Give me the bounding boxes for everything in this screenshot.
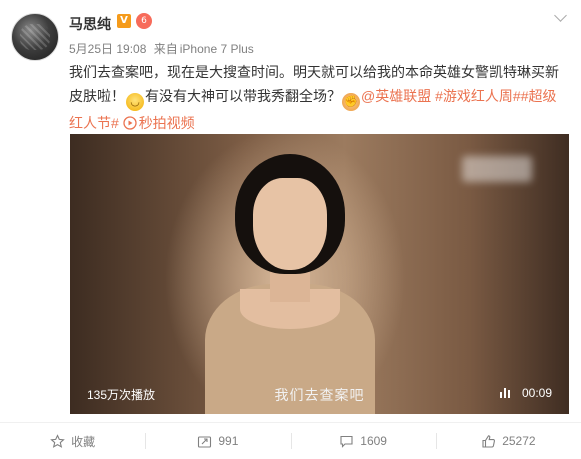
blurred-watermark [462,156,532,182]
post-meta: 5月25日 19:08 来自 iPhone 7 Plus [69,40,254,57]
video-link[interactable]: 秒拍视频 [123,115,195,131]
comment-icon [340,435,353,448]
like-button[interactable]: 25272 [435,423,581,459]
post-text: 我们去查案吧，现在是大搜查时间。明天就可以给我的本命英雄女警凯特琳买新皮肤啦！ ◡… [69,60,569,135]
video-player[interactable]: 135万次播放 我们去查案吧 00:09 [70,134,569,414]
like-count: 25272 [502,434,536,448]
favorite-label: 收藏 [71,434,96,449]
volume-bars-icon[interactable] [499,386,511,398]
post-source[interactable]: iPhone 7 Plus [180,42,254,56]
video-link-icon [123,116,137,130]
chevron-down-icon[interactable] [554,9,567,22]
video-subtitle: 我们去查案吧 [274,387,365,403]
action-bar: 收藏 991 1609 25272 [0,423,581,459]
thumbs-up-icon [482,434,496,448]
post-text-part-2: 有没有大神可以带我秀翻全场？ [145,88,341,104]
author-name[interactable]: 马思纯 [69,14,111,34]
comment-button[interactable]: 1609 [290,423,436,459]
sad-emoji-icon: ◡ [126,93,144,111]
video-link-label: 秒拍视频 [138,115,195,131]
star-icon [50,433,65,448]
comment-count: 1609 [360,434,387,448]
avatar[interactable] [11,13,59,61]
flex-arm-emoji-icon: ✊ [342,93,360,111]
repost-icon [198,435,212,448]
video-frame-detail [253,178,327,270]
post-date[interactable]: 5月25日 19:08 [69,42,146,56]
favorite-button[interactable]: 收藏 [0,423,145,459]
level-badge[interactable]: 6 [136,13,152,29]
vip-badge[interactable]: V [117,14,131,28]
video-duration: 00:09 [522,386,553,400]
hashtag-link-1[interactable]: #游戏红人周# [435,88,521,104]
repost-count: 991 [218,434,239,448]
mention-link[interactable]: @英雄联盟 [361,88,431,104]
repost-button[interactable]: 991 [145,423,290,459]
source-prefix: 来自 [153,42,178,56]
